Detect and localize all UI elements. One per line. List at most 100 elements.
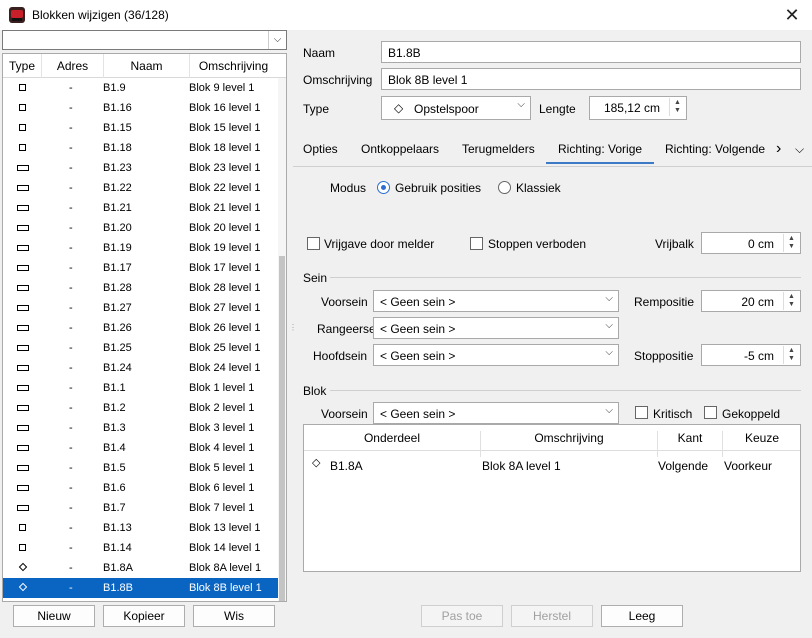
gekoppeld-checkbox[interactable] (704, 406, 717, 419)
list-item[interactable]: - B1.24 Blok 24 level 1 (3, 358, 278, 378)
scroll-thumb[interactable] (279, 256, 285, 601)
list-item[interactable]: - B1.3 Blok 3 level 1 (3, 418, 278, 438)
cell-adres: - (69, 282, 73, 294)
rect-block-icon (17, 425, 29, 431)
tab-scroll-right-icon[interactable]: › (776, 140, 781, 158)
cell-adres: - (69, 302, 73, 314)
col-adres[interactable]: Adres (41, 54, 103, 78)
cell-adres: - (69, 482, 73, 494)
type-select[interactable]: ◇ Opstelspoor ⌵ (381, 96, 531, 120)
cell-adres: - (69, 462, 73, 474)
list-item[interactable]: - B1.15 Blok 15 level 1 (3, 118, 278, 138)
col-omschrijving[interactable]: Omschrijving (481, 431, 657, 445)
col-kant[interactable]: Kant (658, 431, 722, 445)
tab-terugmelders[interactable]: Terugmelders (462, 142, 535, 164)
vrijgave-label[interactable]: Vrijgave door melder (324, 237, 434, 251)
cell-adres: - (69, 242, 73, 254)
list-item[interactable]: - B1.2 Blok 2 level 1 (3, 398, 278, 418)
tab-opties[interactable]: Opties (303, 142, 338, 164)
gekoppeld-label[interactable]: Gekoppeld (722, 407, 780, 421)
stoppen-checkbox[interactable] (470, 237, 483, 250)
list-item[interactable]: - B1.23 Blok 23 level 1 (3, 158, 278, 178)
list-item[interactable]: - B1.13 Blok 13 level 1 (3, 518, 278, 538)
naam-input[interactable]: B1.8B (381, 41, 801, 63)
cell-naam: B1.23 (103, 162, 132, 174)
radio-gebruik-posities[interactable] (377, 181, 390, 194)
apply-button[interactable]: Pas toe (421, 605, 503, 627)
col-naam[interactable]: Naam (103, 54, 189, 78)
filter-combo[interactable]: ⌵ (2, 30, 287, 50)
chevron-down-icon[interactable]: ⌵ (268, 31, 286, 49)
list-item[interactable]: - B1.27 Blok 27 level 1 (3, 298, 278, 318)
lengte-spinner[interactable]: 185,12 cm ▲ ▼ (589, 96, 687, 120)
blok-voorsein-select[interactable]: < Geen sein > ⌵ (373, 402, 619, 424)
list-item[interactable]: - B1.16 Blok 16 level 1 (3, 98, 278, 118)
tab-richting-vorige[interactable]: Richting: Vorige (546, 142, 655, 164)
list-item[interactable]: - B1.28 Blok 28 level 1 (3, 278, 278, 298)
rangeersein-select[interactable]: < Geen sein > ⌵ (373, 317, 619, 339)
list-item[interactable]: - B1.18 Blok 18 level 1 (3, 138, 278, 158)
restore-button[interactable]: Herstel (511, 605, 593, 627)
klassiek-label[interactable]: Klassiek (516, 181, 561, 195)
list-item[interactable]: - B1.8B Blok 8B level 1 (3, 578, 278, 598)
omschrijving-input[interactable]: Blok 8B level 1 (381, 68, 801, 90)
copy-button[interactable]: Kopieer (103, 605, 185, 627)
radio-klassiek[interactable] (498, 181, 511, 194)
vrijgave-checkbox[interactable] (307, 237, 320, 250)
col-omschrijving[interactable]: Omschrijving (189, 54, 277, 78)
hoofdsein-select[interactable]: < Geen sein > ⌵ (373, 344, 619, 366)
vrijbalk-spinner[interactable]: 0 cm ▲ ▼ (701, 232, 801, 254)
cell-adres: - (69, 202, 73, 214)
col-keuze[interactable]: Keuze (723, 431, 801, 445)
blok-table[interactable]: Onderdeel Omschrijving Kant Keuze ◇ B1.8… (303, 424, 801, 572)
list-item[interactable]: - B1.22 Blok 22 level 1 (3, 178, 278, 198)
col-onderdeel[interactable]: Onderdeel (304, 431, 480, 445)
cell-naam: B1.28 (103, 282, 132, 294)
list-item[interactable]: - B1.20 Blok 20 level 1 (3, 218, 278, 238)
chevron-down-icon: ⌵ (605, 320, 613, 331)
list-item[interactable]: - B1.6 Blok 6 level 1 (3, 478, 278, 498)
cell-adres: - (69, 442, 73, 454)
clear-button[interactable]: Leeg (601, 605, 683, 627)
stepper-icon[interactable]: ▲ ▼ (783, 346, 799, 364)
tab-menu-icon[interactable]: ⌵ (795, 142, 804, 157)
list-item[interactable]: - B1.19 Blok 19 level 1 (3, 238, 278, 258)
cell-oms: Blok 4 level 1 (189, 442, 255, 454)
voorsein-select[interactable]: < Geen sein > ⌵ (373, 290, 619, 312)
list-item[interactable]: - B1.14 Blok 14 level 1 (3, 538, 278, 558)
splitter-grip[interactable]: ⋮ (289, 324, 297, 340)
stepper-icon[interactable]: ▲ ▼ (783, 234, 799, 252)
rempositie-spinner[interactable]: 20 cm ▲ ▼ (701, 290, 801, 312)
gebruik-posities-label[interactable]: Gebruik posities (395, 181, 481, 195)
list-item[interactable]: - B1.4 Blok 4 level 1 (3, 438, 278, 458)
kritisch-checkbox[interactable] (635, 406, 648, 419)
tab-divider (293, 166, 812, 167)
diamond-icon: ◇ (394, 101, 404, 115)
col-type[interactable]: Type (3, 59, 41, 73)
table-row[interactable]: ◇ B1.8A Blok 8A level 1 Volgende Voorkeu… (304, 451, 800, 475)
list-item[interactable]: - B1.1 Blok 1 level 1 (3, 378, 278, 398)
stoppen-label[interactable]: Stoppen verboden (488, 237, 586, 251)
stepper-icon[interactable]: ▲ ▼ (669, 98, 685, 116)
list-item[interactable]: - B1.17 Blok 17 level 1 (3, 258, 278, 278)
stepper-icon[interactable]: ▲ ▼ (783, 292, 799, 310)
list-item[interactable]: - B1.25 Blok 25 level 1 (3, 338, 278, 358)
new-button[interactable]: Nieuw (13, 605, 95, 627)
cell-oms: Blok 8A level 1 (189, 562, 262, 574)
kritisch-label[interactable]: Kritisch (653, 407, 692, 421)
tab-richting-volgende[interactable]: Richting: Volgende (665, 142, 765, 164)
list-item[interactable]: - B1.9 Blok 9 level 1 (3, 78, 278, 98)
list-item[interactable]: - B1.5 Blok 5 level 1 (3, 458, 278, 478)
list-scrollbar[interactable] (278, 78, 286, 601)
close-icon[interactable]: ✕ (780, 3, 804, 27)
list-item[interactable]: - B1.26 Blok 26 level 1 (3, 318, 278, 338)
block-list[interactable]: Type Adres Naam Omschrijving - B1.9 Blok 9… (2, 53, 287, 602)
list-item[interactable]: - B1.7 Blok 7 level 1 (3, 498, 278, 518)
list-item[interactable]: - B1.21 Blok 21 level 1 (3, 198, 278, 218)
cell-adres: - (69, 102, 73, 114)
tab-ontkoppelaars[interactable]: Ontkoppelaars (361, 142, 439, 164)
stoppositie-spinner[interactable]: -5 cm ▲ ▼ (701, 344, 801, 366)
cell-adres: - (69, 222, 73, 234)
delete-button[interactable]: Wis (193, 605, 275, 627)
list-item[interactable]: - B1.8A Blok 8A level 1 (3, 558, 278, 578)
